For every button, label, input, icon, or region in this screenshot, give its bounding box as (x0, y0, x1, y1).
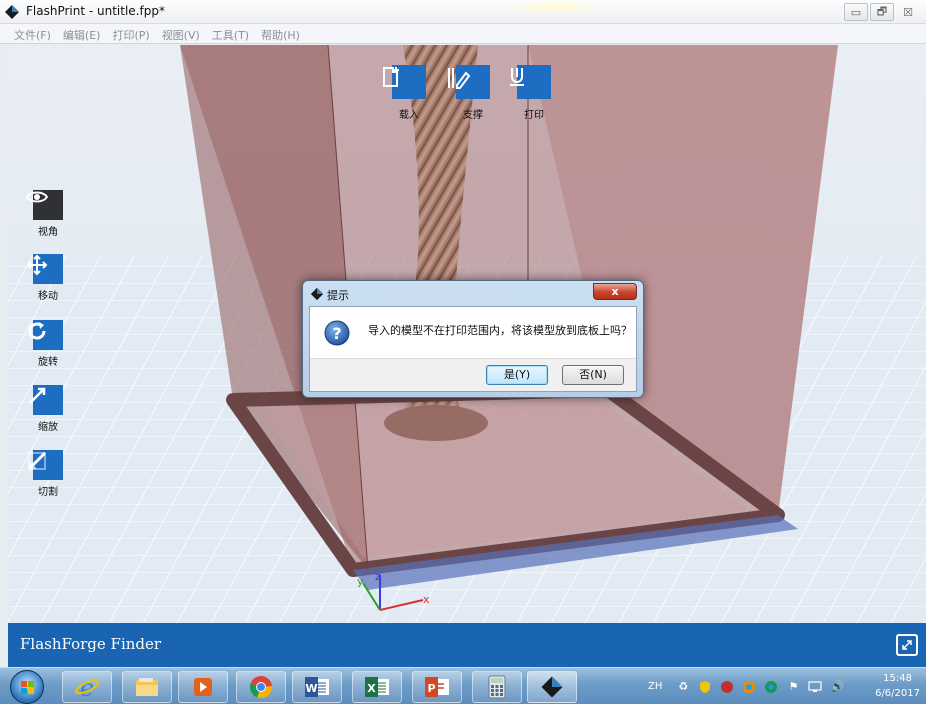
chrome-icon[interactable] (236, 671, 286, 703)
support-icon[interactable] (448, 65, 490, 99)
print-button[interactable]: 打印 (506, 65, 562, 121)
window-title: FlashPrint - untitle.fpp* (26, 4, 165, 18)
system-clock[interactable]: 15:48 6/6/2017 (875, 671, 920, 701)
move-label: 移动 (38, 291, 58, 302)
scale-icon[interactable] (29, 385, 63, 415)
support-button[interactable]: 支撑 (445, 65, 501, 121)
minimize-button[interactable]: ▭ (844, 3, 868, 21)
support-label: 支撑 (463, 110, 483, 121)
axis-y-label: y (357, 575, 364, 588)
clock-date: 6/6/2017 (875, 688, 920, 699)
load-file-icon[interactable] (383, 65, 426, 99)
flashprint-icon[interactable] (527, 671, 577, 703)
scale-button[interactable]: 缩放 (26, 385, 70, 433)
move-button[interactable]: 移动 (26, 254, 70, 302)
menu-tools[interactable]: 工具(T) (208, 24, 257, 43)
ppt-letter: P (427, 682, 435, 695)
finder-footer-bar: FlashForge Finder (8, 623, 926, 667)
tray-recycle-icon[interactable]: ♻ (676, 680, 690, 694)
volume-icon[interactable]: 🔊 (830, 680, 845, 694)
cut-icon[interactable] (27, 450, 63, 480)
dialog-logo-icon (310, 287, 324, 301)
system-tray: ZH ♻ ⚑ 🔊 (648, 668, 844, 704)
language-indicator[interactable]: ZH (648, 681, 662, 692)
excel-icon[interactable]: X (352, 671, 402, 703)
menu-bar: 文件(F) 编辑(E) 打印(P) 视图(V) 工具(T) 帮助(H) (0, 24, 926, 44)
action-center-flag-icon[interactable]: ⚑ (786, 680, 800, 694)
expand-icon[interactable] (896, 634, 918, 656)
windows-logo-icon (21, 681, 34, 694)
menu-help[interactable]: 帮助(H) (257, 24, 308, 43)
menu-edit[interactable]: 编辑(E) (59, 24, 109, 43)
svg-text:e: e (80, 674, 94, 700)
media-player-icon[interactable] (178, 671, 228, 703)
clock-time: 15:48 (883, 673, 912, 684)
powerpoint-icon[interactable]: P (412, 671, 462, 703)
axis-z-label: z (375, 570, 381, 583)
print-label: 打印 (524, 110, 544, 121)
dialog-button-row: 是(Y) 否(N) (310, 358, 636, 391)
print-icon[interactable] (510, 65, 551, 99)
network-monitor-icon[interactable] (808, 680, 822, 694)
close-button[interactable]: ☒ (896, 3, 920, 21)
scale-label: 缩放 (38, 422, 58, 433)
move-icon[interactable] (26, 254, 63, 284)
dialog-body: ? 导入的模型不在打印范围内，将该模型放到底板上吗？ 是(Y) 否(N) (309, 306, 637, 392)
svg-text:?: ? (332, 324, 341, 343)
load-button[interactable]: 载入 (381, 65, 437, 121)
confirm-dialog: 提示 x ? 导入的模型不在打印范围内，将该模型放到底板上吗？ 是(Y) 否(N… (302, 280, 644, 398)
title-glow (500, 0, 610, 14)
rotate-button[interactable]: 旋转 (26, 320, 70, 368)
rotate-icon[interactable] (28, 320, 63, 350)
flashprint-logo-icon (5, 5, 19, 19)
dialog-message: 导入的模型不在打印范围内，将该模型放到底板上吗？ (368, 324, 632, 337)
word-icon[interactable]: W (292, 671, 342, 703)
menu-view[interactable]: 视图(V) (158, 24, 208, 43)
cut-button[interactable]: 切割 (26, 450, 70, 498)
dialog-title: 提示 (327, 289, 349, 302)
tray-chrome-icon[interactable] (764, 680, 778, 694)
finder-brand: FlashForge Finder (20, 635, 162, 653)
yes-button[interactable]: 是(Y) (486, 365, 548, 385)
title-bar: FlashPrint - untitle.fpp* ▭ 🗗 ☒ (0, 0, 926, 24)
view-angle-label: 视角 (38, 227, 58, 238)
eye-icon[interactable] (26, 190, 63, 220)
dialog-close-button[interactable]: x (593, 283, 637, 300)
file-explorer-icon[interactable] (122, 671, 172, 703)
menu-print[interactable]: 打印(P) (108, 24, 157, 43)
cut-label: 切割 (38, 487, 58, 498)
rotate-label: 旋转 (38, 357, 58, 368)
tray-network-icon[interactable] (720, 680, 734, 694)
tray-colorful-icon[interactable] (742, 680, 756, 694)
axis-x-label: x (423, 593, 430, 606)
load-label: 载入 (399, 110, 419, 121)
calculator-icon[interactable] (472, 671, 522, 703)
view-angle-button[interactable]: 视角 (26, 190, 70, 238)
question-icon: ? (324, 320, 350, 346)
tray-shield-icon[interactable] (698, 680, 712, 694)
ie-icon[interactable]: e (62, 671, 112, 703)
maximize-button[interactable]: 🗗 (870, 3, 894, 21)
excel-letter: X (367, 682, 376, 695)
word-letter: W (305, 682, 317, 695)
window-controls: ▭ 🗗 ☒ (844, 3, 920, 21)
menu-file[interactable]: 文件(F) (10, 24, 59, 43)
no-button[interactable]: 否(N) (562, 365, 624, 385)
start-orb[interactable] (10, 670, 44, 704)
taskbar: e W X P ZH ♻ ⚑ 🔊 15:48 6/6/2017 (0, 667, 926, 704)
